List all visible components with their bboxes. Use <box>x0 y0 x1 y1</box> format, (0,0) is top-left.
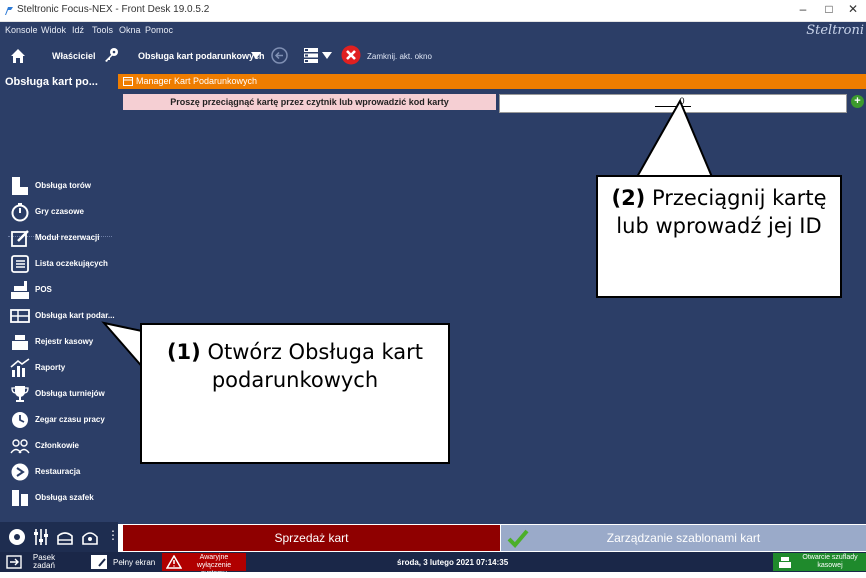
callout-step-2: (2) Przeciągnij kartę lub wprowadź jej I… <box>596 175 842 298</box>
callout-2-text: Przeciągnij kartę lub wprowadź jej ID <box>616 186 827 238</box>
callout-step-1: (1) Otwórz Obsługa kart podarunkowych <box>140 323 450 464</box>
callout-2-number: (2) <box>611 186 646 210</box>
callout-2-pointer <box>635 98 714 178</box>
callout-1-pointer <box>101 321 147 373</box>
callout-1-text: Otwórz Obsługa kart podarunkowych <box>207 340 424 392</box>
callout-1-number: (1) <box>166 340 201 364</box>
